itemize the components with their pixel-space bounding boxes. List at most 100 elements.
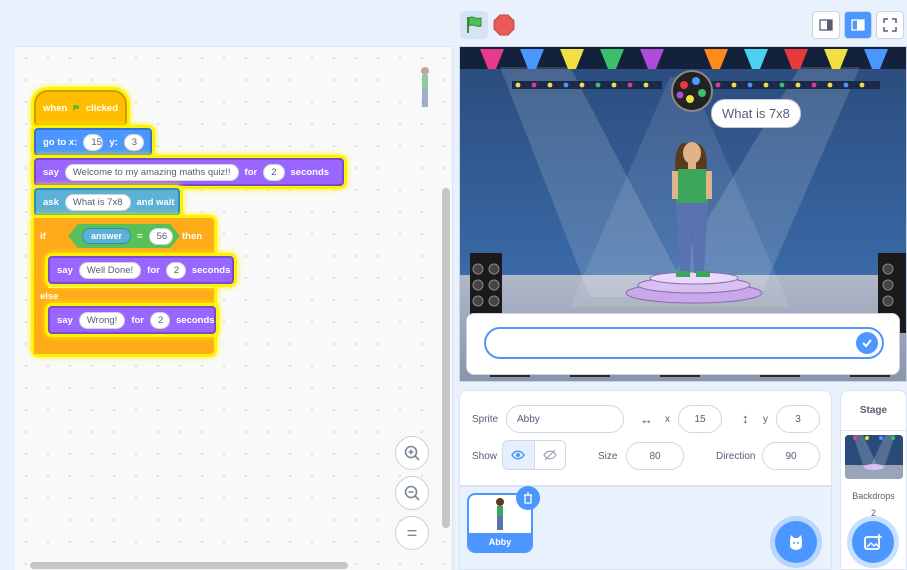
- zoom-reset-icon: =: [406, 522, 418, 543]
- say3-seconds-label: seconds: [175, 314, 215, 326]
- add-sprite-button[interactable]: [775, 521, 817, 563]
- green-flag-button[interactable]: [460, 11, 488, 39]
- trash-icon: [524, 492, 532, 504]
- code-horizontal-scrollbar[interactable]: [30, 562, 348, 569]
- green-flag-icon: [467, 16, 482, 33]
- sprite-ghost-thumbnail: [421, 67, 429, 107]
- sprite-speech-bubble: What is 7x8: [711, 99, 801, 128]
- say-for-label: for: [244, 166, 258, 178]
- show-hidden-button[interactable]: [535, 441, 566, 469]
- backdrops-label: Backdrops: [852, 491, 895, 501]
- stop-button[interactable]: [493, 14, 515, 36]
- full-screen-button[interactable]: [876, 11, 904, 39]
- zoom-out-icon: [404, 485, 420, 501]
- sprite-label: Sprite: [472, 414, 499, 425]
- full-screen-icon: [883, 18, 897, 32]
- size-label: Size: [598, 451, 618, 462]
- x-label: x: [665, 414, 670, 425]
- else-label-wrap: else: [34, 288, 65, 304]
- equals-operator-block[interactable]: answer = 56: [68, 224, 180, 248]
- eye-slash-icon: [543, 449, 557, 461]
- say3-secs-input[interactable]: 2: [149, 311, 170, 329]
- add-sprite-cat-icon: [790, 535, 802, 550]
- backdrops-count: 2: [870, 508, 876, 518]
- sprite-x-value: 15: [694, 413, 706, 425]
- if-header: if: [34, 218, 52, 254]
- when-flag-clicked-block[interactable]: when clicked: [34, 90, 127, 126]
- goto-label: go to x:: [43, 136, 78, 148]
- show-visible-button[interactable]: [503, 441, 535, 469]
- ask-prompt-box: [466, 313, 900, 375]
- say-for-secs-block-well-done[interactable]: say Well Done! for 2 seconds: [48, 256, 234, 284]
- normal-stage-button[interactable]: [844, 11, 872, 39]
- small-stage-button[interactable]: [812, 11, 840, 39]
- sprite-y-value: 3: [795, 413, 801, 425]
- say2-secs-input[interactable]: 2: [165, 261, 186, 279]
- if-keyword: if: [40, 230, 46, 242]
- sprite-size-value: 80: [649, 450, 661, 462]
- sprite-direction-input[interactable]: 90: [762, 442, 820, 470]
- zoom-out-button[interactable]: [395, 476, 429, 510]
- green-flag-icon: [73, 105, 80, 111]
- say-text-input[interactable]: Welcome to my amazing maths quiz!!: [64, 163, 239, 181]
- direction-label: Direction: [716, 451, 756, 462]
- delete-sprite-button[interactable]: [516, 486, 540, 510]
- sprite-direction-value: 90: [785, 450, 797, 462]
- zoom-in-icon: [404, 445, 420, 461]
- backdrop-thumbnail: [845, 435, 903, 479]
- say3-label: say: [57, 314, 73, 326]
- ask-label: ask: [43, 196, 59, 208]
- y-arrow-icon: ↕: [742, 411, 749, 426]
- checkmark-icon: [862, 339, 872, 348]
- say2-text-input[interactable]: Well Done!: [78, 261, 142, 279]
- sprite-info-panel: [459, 390, 832, 486]
- add-backdrop-button[interactable]: [852, 521, 894, 563]
- say-seconds-label: seconds: [290, 166, 330, 178]
- small-stage-icon: [819, 19, 833, 31]
- say-secs-input[interactable]: 2: [263, 163, 285, 181]
- goto-y-label: y:: [109, 136, 118, 148]
- sprite-y-input[interactable]: 3: [776, 405, 820, 433]
- sprite-size-input[interactable]: 80: [626, 442, 684, 470]
- sprite-name-value: Abby: [517, 413, 540, 425]
- say2-label: say: [57, 264, 73, 276]
- sprite-tile-name: Abby: [469, 533, 531, 551]
- go-to-xy-block[interactable]: go to x: 15 y: 3: [34, 128, 152, 156]
- editor-top-strip: [0, 0, 455, 46]
- show-toggle: [502, 440, 566, 470]
- say-for-secs-block-welcome[interactable]: say Welcome to my amazing maths quiz!! f…: [34, 158, 344, 186]
- goto-y-input[interactable]: 3: [123, 133, 144, 151]
- zoom-reset-button[interactable]: =: [395, 516, 429, 550]
- normal-stage-icon: [851, 19, 865, 31]
- answer-reporter[interactable]: answer: [82, 228, 131, 244]
- zoom-in-button[interactable]: [395, 436, 429, 470]
- then-keyword: then: [182, 230, 203, 242]
- equals-sign: =: [137, 230, 143, 242]
- add-backdrop-icon: [864, 534, 882, 550]
- scratch-editor: when clicked go to x: 15 y: 3 say Welcom…: [0, 0, 907, 570]
- stage-canvas[interactable]: What is 7x8: [459, 46, 907, 382]
- say3-for-label: for: [131, 314, 144, 326]
- else-keyword: else: [40, 290, 59, 302]
- stage-panel-title: Stage: [841, 391, 906, 431]
- ask-text-input[interactable]: What is 7x8: [64, 193, 131, 211]
- code-vertical-scrollbar[interactable]: [442, 188, 450, 528]
- say-for-secs-block-wrong[interactable]: say Wrong! for 2 seconds: [48, 306, 216, 334]
- equals-value-input[interactable]: 56: [149, 228, 173, 245]
- say2-seconds-label: seconds: [191, 264, 231, 276]
- y-label: y: [763, 414, 768, 425]
- ask-answer-input[interactable]: [484, 327, 884, 359]
- say2-for-label: for: [147, 264, 160, 276]
- submit-answer-button[interactable]: [856, 332, 878, 354]
- sprite-x-input[interactable]: 15: [678, 405, 722, 433]
- sprite-name-input[interactable]: Abby: [506, 405, 624, 433]
- say3-text-input[interactable]: Wrong!: [78, 311, 126, 329]
- ask-and-wait-block[interactable]: ask What is 7x8 and wait: [34, 188, 180, 216]
- show-label: Show: [472, 451, 498, 462]
- say-label: say: [43, 166, 59, 178]
- ask-suffix: and wait: [136, 196, 175, 208]
- hat-word-clicked: clicked: [85, 102, 118, 114]
- goto-x-input[interactable]: 15: [83, 133, 104, 151]
- hat-word-when: when: [43, 102, 68, 114]
- x-arrow-icon: ↔: [640, 412, 653, 427]
